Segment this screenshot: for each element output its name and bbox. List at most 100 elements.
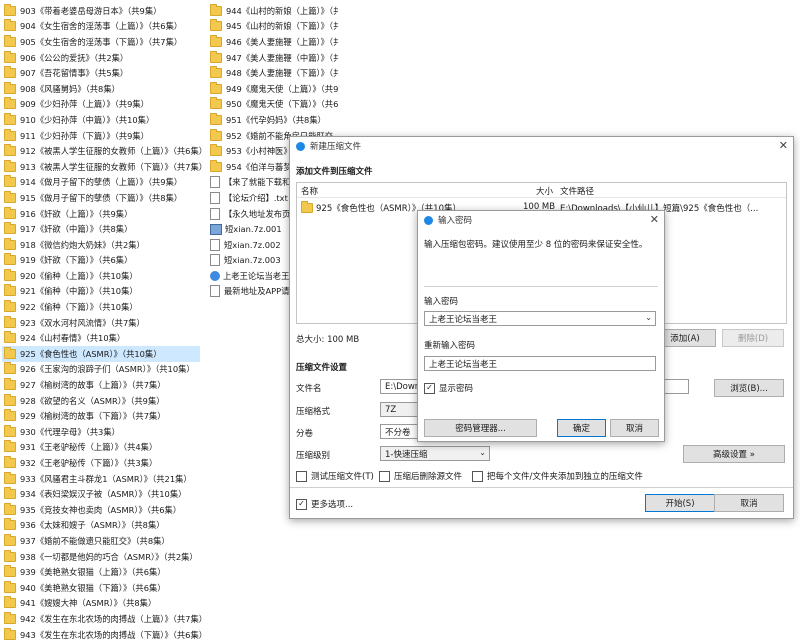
list-item[interactable]: 951《代孕妈妈》（共8集）	[208, 112, 338, 128]
list-item[interactable]: 932《王老驴秘传（下篇）》（共3集）	[2, 455, 200, 471]
list-item-label: 912《被黑人学生征服的女教师（上篇）》（共6集）	[20, 146, 208, 157]
list-item[interactable]: 904《女生宿舍的淫荡事（上篇）》（共6集）	[2, 19, 200, 35]
list-item[interactable]: 931《王老驴秘传（上篇）》（共4集）	[2, 440, 200, 456]
list-item[interactable]: 907《吾花留情事》（共5集）	[2, 65, 200, 81]
checkbox-box[interactable]: ✓	[424, 382, 435, 394]
level-select[interactable]: 1-快速压缩 ⌄	[380, 446, 490, 461]
list-item-label: 914《做月子留下的孽债（上篇）》（共9集）	[20, 177, 183, 188]
list-item[interactable]: 909《少妇孙萍（上篇）》（共9集）	[2, 97, 200, 113]
password-input[interactable]: 上老王论坛当老王 ⌄	[424, 311, 656, 326]
list-item[interactable]: 918《微信约炮大奶妹》（共2集）	[2, 237, 200, 253]
checkbox-box[interactable]	[379, 470, 390, 482]
list-item[interactable]: 926《王家沟的浪蹄子们（ASMR）》（共10集）	[2, 362, 200, 378]
list-item[interactable]: 936《太妹和嫂子（ASMR）》（共8集）	[2, 518, 200, 534]
list-item-label: 【来了就能下载和观	[224, 177, 299, 188]
list-item[interactable]: 930《代理孕母》（共3集）	[2, 424, 200, 440]
checkbox-box[interactable]	[296, 470, 307, 482]
list-item[interactable]: 917《奸欲（中篇）》（共8集）	[2, 221, 200, 237]
list-item[interactable]: 920《偷种（上篇）》（共10集）	[2, 268, 200, 284]
list-item-label: 948《美人妻施鞭（下篇）》（共8集）	[226, 68, 338, 79]
list-item[interactable]: 938《一切都是他妈的巧合（ASMR）》（共2集）	[2, 549, 200, 565]
folder-icon	[210, 19, 222, 32]
list-item[interactable]: 947《美人妻施鞭（中篇）》（共9集）	[208, 50, 338, 66]
folder-icon	[4, 284, 16, 297]
list-item[interactable]: 948《美人妻施鞭（下篇）》（共8集）	[208, 65, 338, 81]
show-password-checkbox[interactable]: ✓ 显示密码	[424, 382, 473, 394]
list-item[interactable]: 949《魔鬼天使（上篇）》（共9集）	[208, 81, 338, 97]
browse-button[interactable]: 浏览(B)...	[714, 379, 784, 397]
list-item[interactable]: 914《做月子留下的孽债（上篇）》（共9集）	[2, 175, 200, 191]
list-item[interactable]: 939《美艳熟女银猫（上篇）》（共6集）	[2, 564, 200, 580]
more-options-checkbox[interactable]: ✓ 更多选项...	[296, 498, 353, 510]
folder-icon	[4, 580, 16, 593]
list-item[interactable]: 924《山村春情》（共10集）	[2, 330, 200, 346]
list-item[interactable]: 911《少妇孙萍（下篇）》（共9集）	[2, 128, 200, 144]
list-item[interactable]: 913《被黑人学生征服的女教师（下篇）》（共7集）	[2, 159, 207, 175]
list-item[interactable]: 919《奸欲（下篇）》（共6集）	[2, 253, 200, 269]
list-item[interactable]: 940《美艳熟女银猫（下篇）》（共6集）	[2, 580, 200, 596]
list-item[interactable]: 923《双水河村风流情》（共7集）	[2, 315, 200, 331]
list-item[interactable]: 937《婚前不能做遗只能肛交》（共8集）	[2, 533, 200, 549]
chevron-down-icon[interactable]: ⌄	[645, 313, 652, 322]
list-item[interactable]: 944《山村的新娘（上篇）》（共7集）	[208, 3, 338, 19]
list-item[interactable]: 916《奸欲（上篇）》（共9集）	[2, 206, 200, 222]
folder-icon	[210, 144, 222, 157]
list-item[interactable]: 943《发生在东北农场的肉搏战（下篇）》（共6集）	[2, 627, 207, 642]
checkbox-box[interactable]: ✓	[296, 498, 307, 510]
list-item[interactable]: 922《偷种（下篇）》（共10集）	[2, 299, 200, 315]
list-item-label: 918《微信约炮大奶妹》（共2集）	[20, 239, 145, 250]
test-archive-checkbox[interactable]: 测试压缩文件(T)	[296, 470, 374, 482]
column-header-name[interactable]: 名称	[301, 185, 318, 197]
ok-button[interactable]: 确定	[557, 419, 606, 437]
folder-icon	[4, 315, 16, 328]
cancel-button[interactable]: 取消	[610, 419, 659, 437]
list-item[interactable]: 942《发生在东北农场的肉搏战（上篇）》（共7集）	[2, 611, 207, 627]
column-header-size[interactable]: 大小	[536, 185, 553, 197]
list-item[interactable]: 908《风骚舅妈》（共8集）	[2, 81, 200, 97]
list-item[interactable]: 915《做月子留下的孽债（下篇）》（共8集）	[2, 190, 200, 206]
list-item[interactable]: 921《偷种（中篇）》（共10集）	[2, 284, 200, 300]
folder-icon	[4, 253, 16, 266]
list-item[interactable]: 934《表妇梁娱汉子被（ASMR）》（共10集）	[2, 486, 200, 502]
list-item[interactable]: 933《风骚君主斗群龙1（ASMR）》（共21集）	[2, 471, 200, 487]
separate-archives-checkbox[interactable]: 把每个文件/文件夹添加到独立的压缩文件	[472, 470, 643, 482]
cancel-button[interactable]: 取消	[714, 494, 784, 512]
close-icon[interactable]: ✕	[650, 213, 659, 226]
format-label: 压缩格式	[296, 407, 331, 417]
close-icon[interactable]: ✕	[779, 139, 788, 152]
delete-after-checkbox[interactable]: 压缩后删除源文件	[379, 470, 462, 482]
list-item[interactable]: 910《少妇孙萍（中篇）》（共10集）	[2, 112, 200, 128]
repeat-password-input[interactable]: 上老王论坛当老王	[424, 356, 656, 371]
list-item[interactable]: 912《被黑人学生征服的女教师（上篇）》（共6集）	[2, 143, 207, 159]
list-item-label: 短xian.7z.001	[225, 224, 282, 235]
split-select[interactable]: 不分卷	[380, 424, 420, 439]
delete-button[interactable]: 删除(D)	[722, 329, 784, 347]
list-item[interactable]: 941《嫂嫂大神（ASMR）》（共8集）	[2, 596, 200, 612]
list-item[interactable]: 906《公公的爱抚》（共2集）	[2, 50, 200, 66]
start-button[interactable]: 开始(S)	[645, 494, 715, 512]
list-item[interactable]: 925《食色性也（ASMR）》（共10集）	[2, 346, 200, 362]
list-item[interactable]: 946《美人妻施鞭（上篇）》（共4集）	[208, 34, 338, 50]
list-item[interactable]: 950《魔鬼天使（下篇）》（共6集）	[208, 97, 338, 113]
column-header-path[interactable]: 文件路径	[560, 185, 594, 197]
file-icon	[210, 254, 220, 267]
list-item[interactable]: 945《山村的新娘（下篇）》（共6集）	[208, 19, 338, 35]
list-item[interactable]: 903《带着老婆岳母游日本》（共9集）	[2, 3, 200, 19]
list-item-label: 931《王老驴秘传（上篇）》（共4集）	[20, 442, 158, 453]
list-item[interactable]: 928《欲望的名义（ASMR）》（共9集）	[2, 393, 200, 409]
format-select[interactable]: 7Z	[380, 402, 420, 417]
checkbox-box[interactable]	[472, 470, 483, 482]
list-item[interactable]: 935《竞技女神也卖肉（ASMR）》（共6集）	[2, 502, 200, 518]
list-item-label: 910《少妇孙萍（中篇）》（共10集）	[20, 114, 155, 125]
list-item[interactable]: 905《女生宿舍的淫荡事（下篇）》（共7集）	[2, 34, 200, 50]
advanced-settings-button[interactable]: 高级设置 »	[683, 445, 785, 463]
folder-icon	[4, 502, 16, 515]
list-item[interactable]: 927《榆树湾的故事（上篇）》（共7集）	[2, 377, 200, 393]
list-item-label: 917《奸欲（中篇）》（共8集）	[20, 224, 133, 235]
list-item[interactable]: 929《榆树湾的故事（下篇）》（共7集）	[2, 408, 200, 424]
list-item-label: 920《偷种（上篇）》（共10集）	[20, 270, 138, 281]
folder-icon	[210, 81, 222, 94]
folder-icon	[4, 268, 16, 281]
folder-icon	[4, 596, 16, 609]
password-manager-button[interactable]: 密码管理器...	[424, 419, 537, 437]
